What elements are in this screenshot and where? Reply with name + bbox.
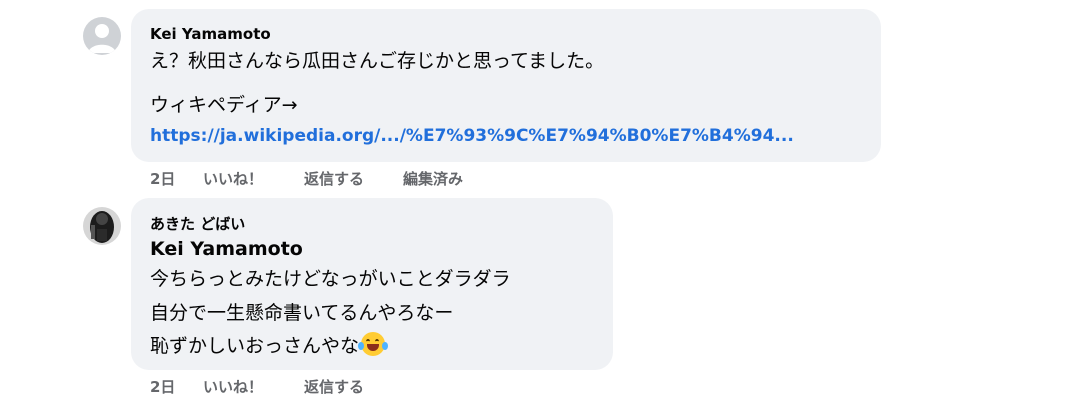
comment-text-line: ウィキペディア→ <box>150 94 298 116</box>
timestamp[interactable]: 2日 <box>150 376 175 397</box>
comment-text-line: え？秋田さんなら瓜田さんご存じかと思ってました。 <box>150 50 605 72</box>
comment-author[interactable]: あきた どばい <box>150 213 245 234</box>
comment-text-line: 今ちらっとみたけどなっがいことダラダラ <box>150 268 511 290</box>
edited-label[interactable]: 編集済み <box>403 168 463 189</box>
comment-text-line-with-emoji: 恥ずかしいおっさんやな <box>150 329 389 363</box>
comment-author[interactable]: Kei Yamamoto <box>150 25 271 43</box>
timestamp[interactable]: 2日 <box>150 168 175 189</box>
default-user-icon <box>88 24 116 53</box>
like-button[interactable]: いいね！ <box>203 376 263 397</box>
reply-button[interactable]: 返信する <box>304 168 364 189</box>
comment-text-line: 恥ずかしいおっさんやな <box>150 335 360 357</box>
reply-button[interactable]: 返信する <box>304 376 364 397</box>
wikipedia-link[interactable]: https://ja.wikipedia.org/.../%E7%93%9C%E… <box>150 126 860 146</box>
mention-tag[interactable]: Kei Yamamoto <box>150 238 303 260</box>
comment-text-line: 自分で一生懸命書いてるんやろなー <box>150 302 454 324</box>
like-button[interactable]: いいね！ <box>203 168 263 189</box>
laughing-crying-emoji-icon <box>358 332 389 356</box>
avatar[interactable] <box>83 17 121 55</box>
avatar[interactable] <box>83 207 121 245</box>
user-photo-icon <box>83 207 121 245</box>
